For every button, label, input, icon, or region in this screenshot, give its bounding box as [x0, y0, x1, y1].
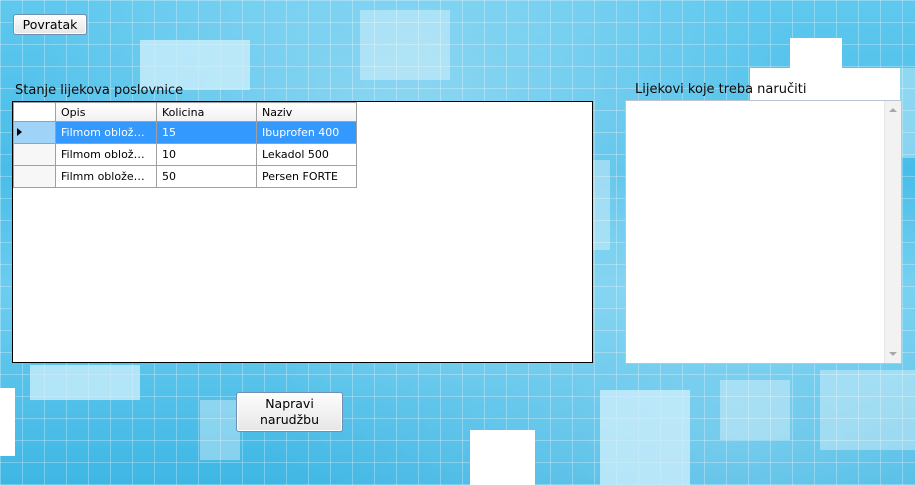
decor-square: [360, 10, 450, 80]
order-caption: Lijekovi koje treba naručiti: [635, 82, 807, 97]
cell-kolicina[interactable]: 10: [156, 143, 257, 166]
row-header-corner[interactable]: [13, 102, 56, 122]
column-header-naziv[interactable]: Naziv: [256, 102, 357, 122]
stock-table: Opis Kolicina Naziv Filmom obložene... 1…: [13, 102, 357, 188]
scroll-up-icon[interactable]: [889, 108, 897, 112]
cell-opis[interactable]: Filmom obložene...: [55, 121, 157, 144]
decor-square: [600, 390, 690, 485]
decor-square: [470, 430, 535, 485]
decor-square: [0, 388, 15, 456]
cell-naziv[interactable]: Ibuprofen 400: [256, 121, 357, 144]
cell-opis[interactable]: Filmm obložene t...: [55, 165, 157, 188]
column-header-kolicina[interactable]: Kolicina: [156, 102, 257, 122]
cell-kolicina[interactable]: 15: [156, 121, 257, 144]
table-header-row: Opis Kolicina Naziv: [13, 102, 357, 122]
cell-naziv[interactable]: Persen FORTE: [256, 165, 357, 188]
order-listbox[interactable]: [625, 100, 902, 364]
stock-data-grid[interactable]: Opis Kolicina Naziv Filmom obložene... 1…: [12, 101, 593, 363]
decor-square: [720, 380, 790, 440]
column-header-opis[interactable]: Opis: [55, 102, 157, 122]
decor-square: [30, 365, 140, 400]
cell-naziv[interactable]: Lekadol 500: [256, 143, 357, 166]
create-order-button[interactable]: Napravi narudžbu: [236, 392, 343, 432]
decor-cross-top: [790, 38, 842, 68]
row-header[interactable]: [13, 121, 56, 144]
back-button[interactable]: Povratak: [13, 14, 87, 35]
table-row[interactable]: Filmom obložene t... 10 Lekadol 500: [13, 143, 357, 166]
table-row[interactable]: Filmm obložene t... 50 Persen FORTE: [13, 165, 357, 188]
scroll-down-icon[interactable]: [889, 352, 897, 356]
decor-square: [200, 400, 240, 460]
cell-opis[interactable]: Filmom obložene t...: [55, 143, 157, 166]
vertical-scrollbar[interactable]: [884, 101, 901, 363]
stock-caption: Stanje lijekova poslovnice: [15, 83, 184, 98]
cell-kolicina[interactable]: 50: [156, 165, 257, 188]
decor-square: [820, 370, 915, 450]
current-row-arrow-icon: [17, 128, 22, 136]
row-header[interactable]: [13, 143, 56, 166]
row-header[interactable]: [13, 165, 56, 188]
table-row[interactable]: Filmom obložene... 15 Ibuprofen 400: [13, 121, 357, 144]
